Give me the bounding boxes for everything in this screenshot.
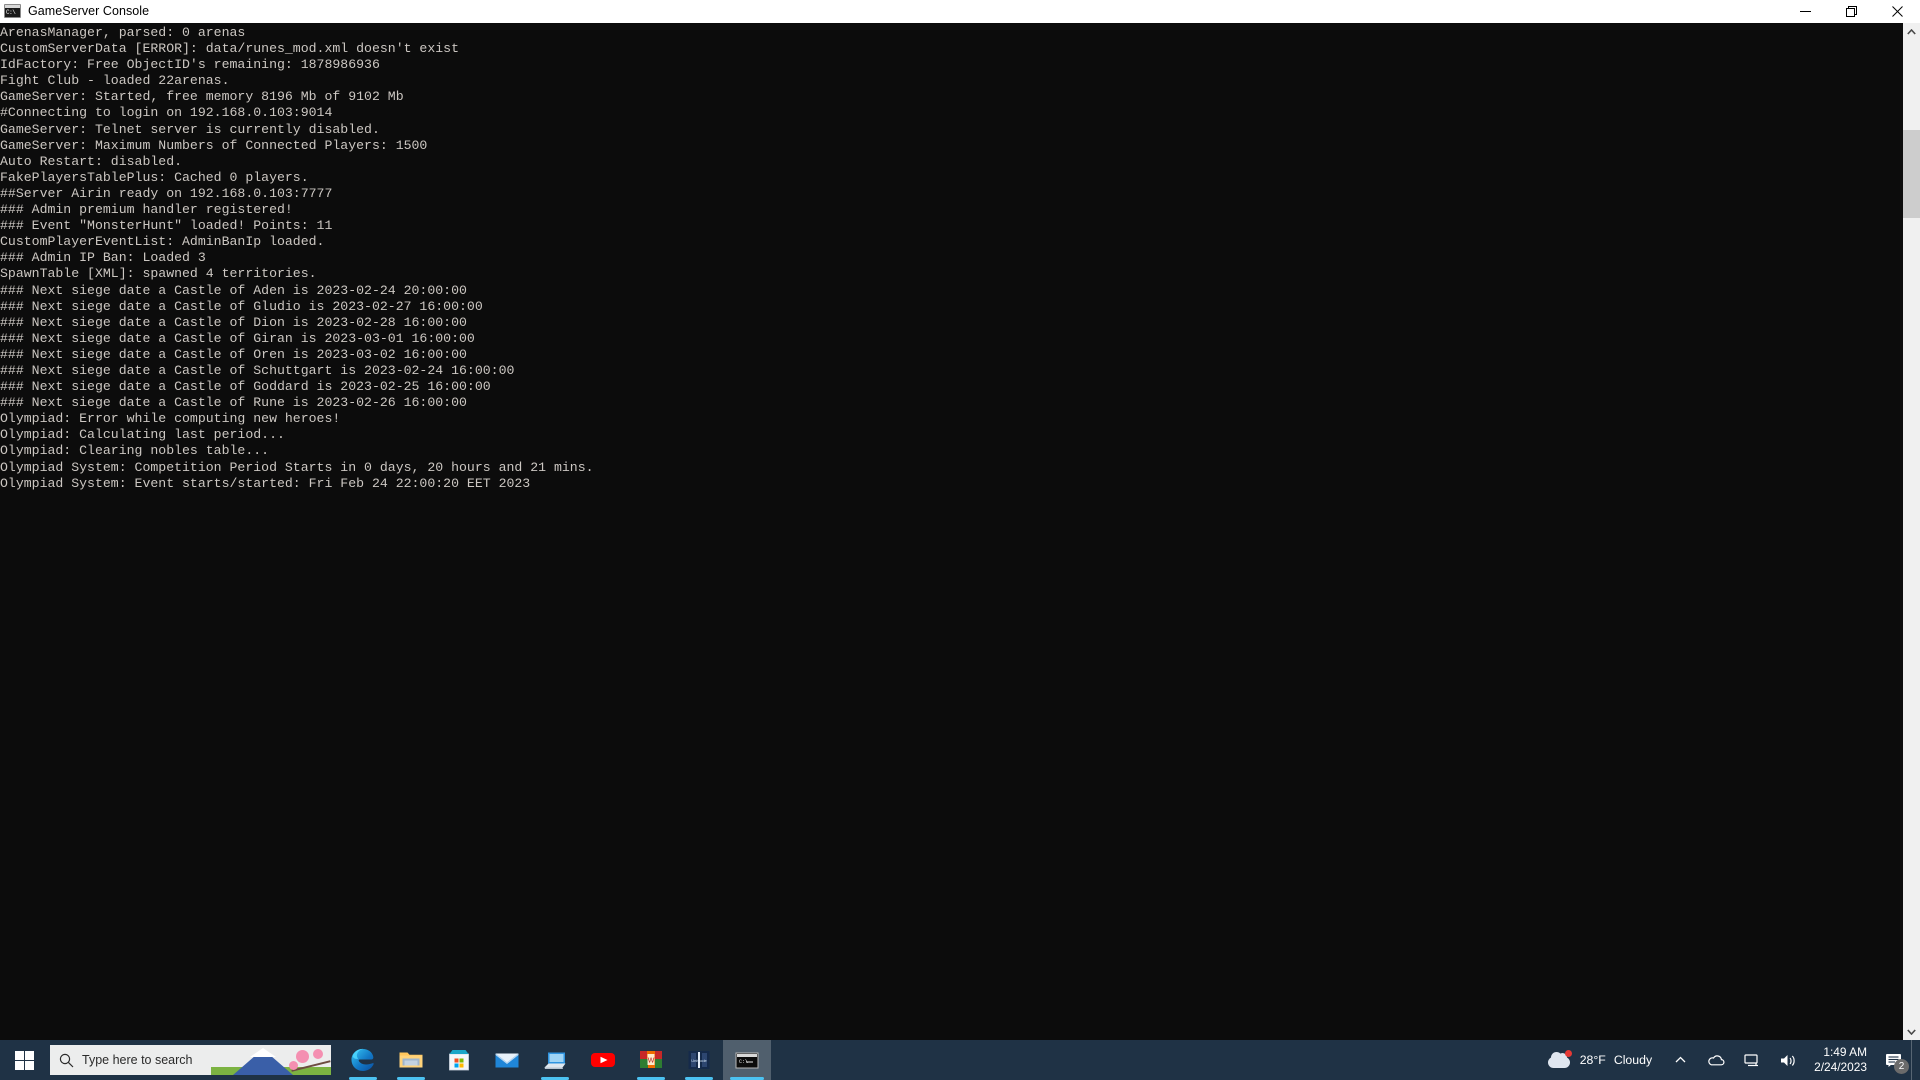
- restore-button[interactable]: [1828, 0, 1874, 22]
- window-controls: [1782, 0, 1920, 22]
- search-placeholder-text: Type here to search: [82, 1053, 193, 1067]
- minimize-button[interactable]: [1782, 0, 1828, 22]
- console-line: ### Next siege date a Castle of Aden is …: [0, 282, 467, 298]
- scrollbar-down-button[interactable]: [1903, 1023, 1920, 1040]
- gameserver-console-window: C:\ GameServer Console ArenasManager, pa…: [0, 0, 1920, 1040]
- search-decorative-art: [211, 1045, 331, 1075]
- clock-date: 2/24/2023: [1814, 1060, 1867, 1074]
- weather-widget[interactable]: 28°F Cloudy: [1541, 1040, 1662, 1080]
- mail-icon: [494, 1047, 520, 1073]
- console-scrollbar[interactable]: [1902, 23, 1920, 1040]
- console-line: Olympiad: Clearing nobles table...: [0, 443, 270, 459]
- onedrive-icon[interactable]: [1698, 1040, 1734, 1080]
- console-line: ### Admin premium handler registered!: [0, 202, 293, 218]
- remote-desktop-icon: [542, 1047, 568, 1073]
- taskbar-item-microsoft-edge[interactable]: [339, 1040, 387, 1080]
- weather-condition: Cloudy: [1613, 1053, 1653, 1067]
- console-line: ##Server Airin ready on 192.168.0.103:77…: [0, 185, 333, 201]
- console-line: Fight Club - loaded 22arenas.: [0, 73, 230, 89]
- notification-badge: 2: [1894, 1059, 1909, 1074]
- youtube-icon: [590, 1047, 616, 1073]
- clock[interactable]: 1:49 AM 2/24/2023: [1806, 1040, 1877, 1080]
- console-line: ### Next siege date a Castle of Goddard …: [0, 379, 491, 395]
- window-titlebar[interactable]: C:\ GameServer Console: [0, 0, 1920, 23]
- clock-time: 1:49 AM: [1823, 1045, 1867, 1059]
- console-line: GameServer: Started, free memory 8196 Mb…: [0, 89, 404, 105]
- console-line: CustomServerData [ERROR]: data/runes_mod…: [0, 41, 459, 57]
- console-line: #Connecting to login on 192.168.0.103:90…: [0, 105, 333, 121]
- show-desktop-button[interactable]: [1911, 1040, 1920, 1080]
- console-line: FakePlayersTablePlus: Cached 0 players.: [0, 169, 309, 185]
- console-output[interactable]: ArenasManager, parsed: 0 arenas CustomSer…: [0, 23, 1902, 1040]
- system-tray: 28°F Cloudy 1:49 AM 2/24/2023 2: [1541, 1040, 1920, 1080]
- scrollbar-thumb[interactable]: [1903, 130, 1920, 218]
- close-button[interactable]: [1874, 0, 1920, 22]
- taskbar-item-remote-desktop[interactable]: [531, 1040, 579, 1080]
- console-line: SpawnTable [XML]: spawned 4 territories.: [0, 266, 317, 282]
- console-line: GameServer: Maximum Numbers of Connected…: [0, 137, 428, 153]
- taskbar-item-unicode-app[interactable]: UniCode: [675, 1040, 723, 1080]
- taskbar-item-mail[interactable]: [483, 1040, 531, 1080]
- console-line: GameServer: Telnet server is currently d…: [0, 121, 380, 137]
- search-input[interactable]: Type here to search: [50, 1045, 331, 1075]
- console-line: Auto Restart: disabled.: [0, 153, 183, 169]
- console-line: Olympiad: Error while computing new hero…: [0, 411, 341, 427]
- svg-text:W: W: [648, 1058, 655, 1065]
- console-body: ArenasManager, parsed: 0 arenas CustomSer…: [0, 23, 1920, 1040]
- taskbar-item-microsoft-store[interactable]: [435, 1040, 483, 1080]
- console-line: ### Next siege date a Castle of Gludio i…: [0, 298, 483, 314]
- start-button[interactable]: [0, 1040, 48, 1080]
- volume-icon[interactable]: [1770, 1040, 1806, 1080]
- console-line: ### Next siege date a Castle of Schuttga…: [0, 362, 515, 378]
- console-icon: C:\: [4, 3, 21, 19]
- taskbar-item-file-explorer[interactable]: [387, 1040, 435, 1080]
- unicode-app-icon: UniCode: [686, 1047, 712, 1073]
- show-hidden-icons-button[interactable]: [1662, 1040, 1698, 1080]
- network-icon[interactable]: [1734, 1040, 1770, 1080]
- scrollbar-up-button[interactable]: [1903, 23, 1920, 40]
- action-center-button[interactable]: 2: [1877, 1040, 1911, 1080]
- console-line: Olympiad System: Competition Period Star…: [0, 459, 594, 475]
- winrar-icon: W: [638, 1047, 664, 1073]
- console-line: IdFactory: Free ObjectID's remaining: 18…: [0, 57, 380, 73]
- console-line: ArenasManager, parsed: 0 arenas: [0, 25, 246, 40]
- console-icon: C:\: [734, 1047, 760, 1073]
- taskbar: Type here to search W UniCode C:\ 28°F C…: [0, 1040, 1920, 1080]
- taskbar-app-icons: W UniCode C:\: [339, 1040, 771, 1080]
- taskbar-item-youtube[interactable]: [579, 1040, 627, 1080]
- svg-text:UniCode: UniCode: [691, 1058, 707, 1063]
- console-line: ### Next siege date a Castle of Oren is …: [0, 346, 467, 362]
- windows-logo-icon: [14, 1050, 34, 1070]
- scrollbar-track[interactable]: [1903, 40, 1920, 1023]
- console-line: ### Event "MonsterHunt" loaded! Points: …: [0, 218, 333, 234]
- taskbar-item-winrar[interactable]: W: [627, 1040, 675, 1080]
- window-title: GameServer Console: [28, 4, 150, 18]
- console-line: ### Next siege date a Castle of Rune is …: [0, 395, 467, 411]
- microsoft-edge-icon: [350, 1047, 376, 1073]
- console-line: Olympiad System: Event starts/started: F…: [0, 475, 531, 491]
- console-line: ### Next siege date a Castle of Giran is…: [0, 330, 475, 346]
- console-line: Olympiad: Calculating last period...: [0, 427, 285, 443]
- console-line: ### Next siege date a Castle of Dion is …: [0, 314, 467, 330]
- microsoft-store-icon: [446, 1047, 472, 1073]
- weather-temperature: 28°F: [1579, 1053, 1606, 1067]
- console-line: CustomPlayerEventList: AdminBanIp loaded…: [0, 234, 325, 250]
- weather-alert-dot: [1564, 1050, 1572, 1057]
- console-line: ### Admin IP Ban: Loaded 3: [0, 250, 206, 266]
- taskbar-item-gameserver-console[interactable]: C:\: [723, 1040, 771, 1080]
- search-icon: [50, 1053, 82, 1068]
- file-explorer-icon: [398, 1047, 424, 1073]
- cloud-icon: [1547, 1050, 1573, 1070]
